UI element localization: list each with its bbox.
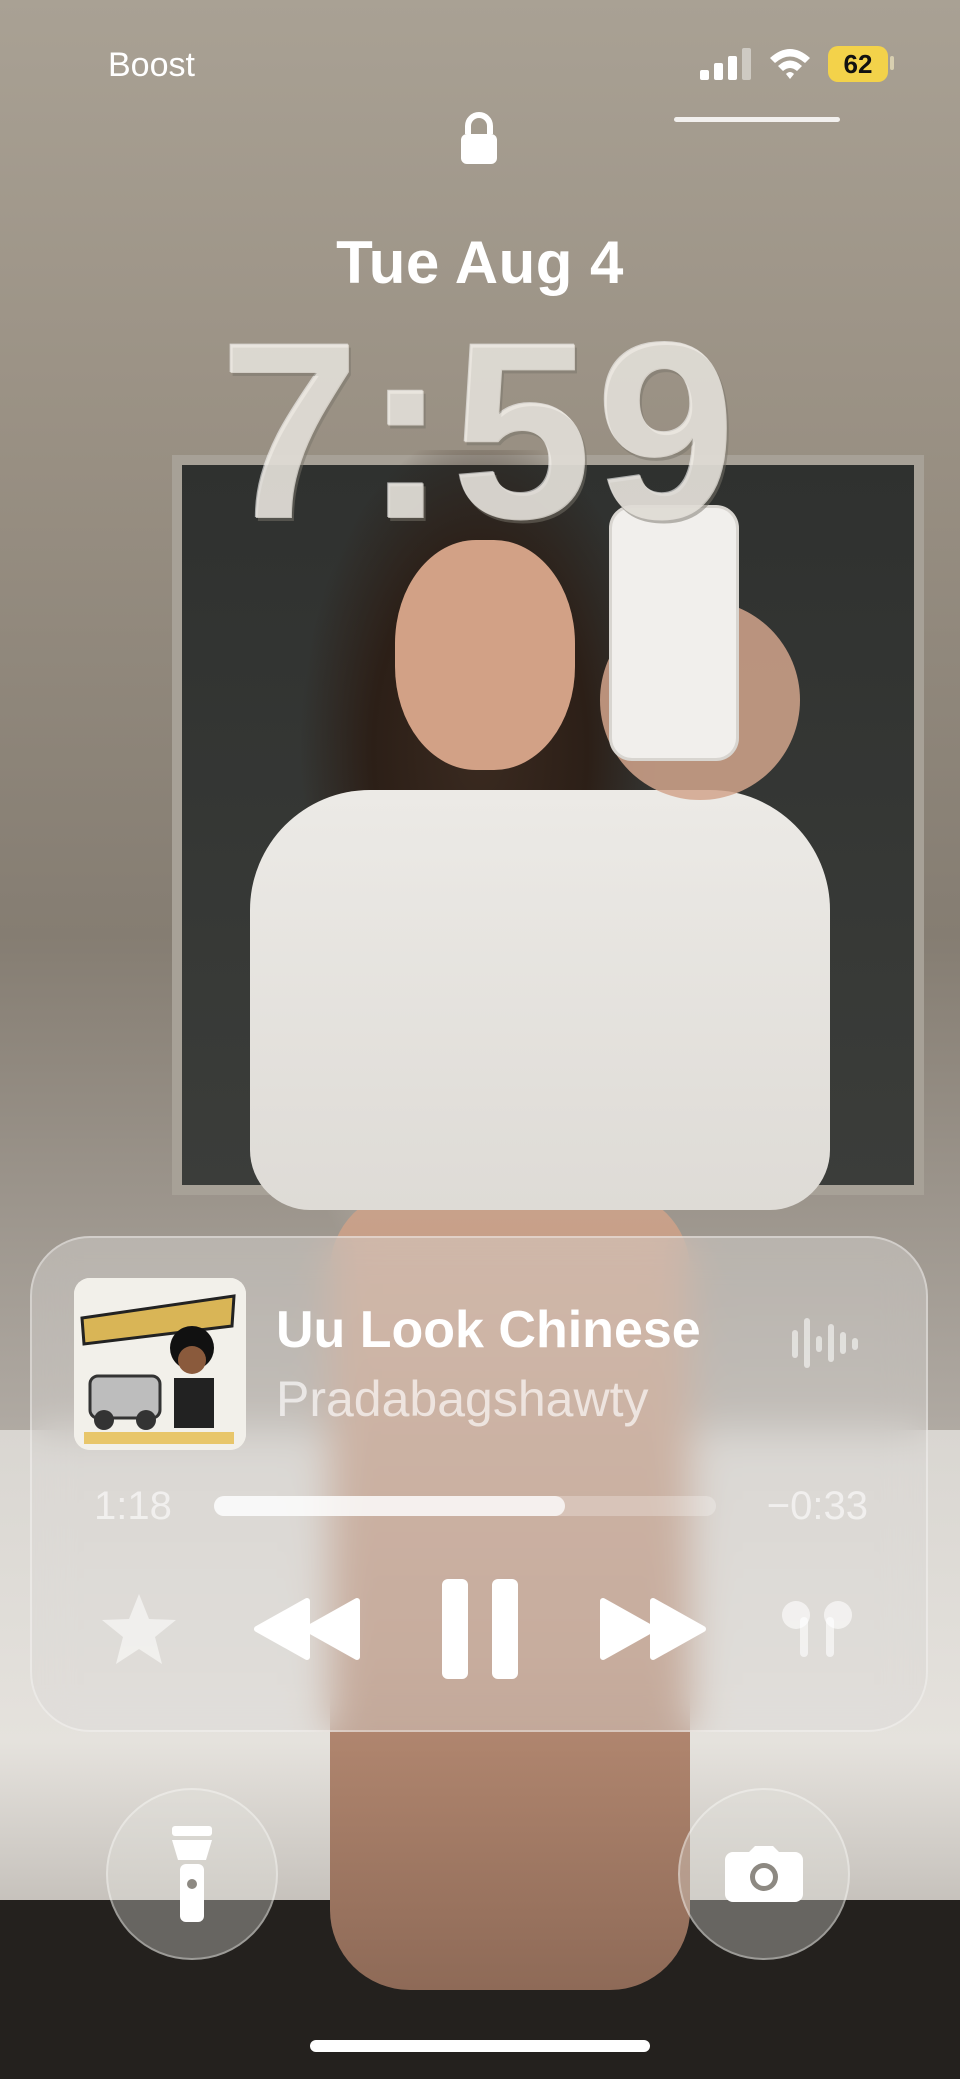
- cellular-signal-icon: [700, 48, 751, 80]
- wallpaper-figure-shirt: [250, 790, 830, 1210]
- home-indicator[interactable]: [310, 2040, 650, 2052]
- flashlight-icon: [172, 1826, 212, 1922]
- pause-icon: [442, 1579, 518, 1679]
- remaining-time: −0:33: [766, 1484, 868, 1528]
- battery-cap: [890, 56, 894, 70]
- airpods-icon: [782, 1601, 852, 1657]
- song-artist[interactable]: Pradabagshawty: [276, 1370, 648, 1428]
- wallpaper-figure-face: [395, 540, 575, 770]
- favorite-button[interactable]: [94, 1574, 184, 1684]
- star-icon: [102, 1594, 176, 1664]
- audio-waveform-icon[interactable]: [792, 1316, 858, 1370]
- elapsed-time: 1:18: [94, 1484, 172, 1528]
- camera-button[interactable]: [678, 1788, 850, 1960]
- flashlight-button[interactable]: [106, 1788, 278, 1960]
- rewind-button[interactable]: [248, 1574, 368, 1684]
- rewind-icon: [254, 1598, 360, 1660]
- song-title[interactable]: Uu Look Chinese: [276, 1300, 701, 1360]
- battery-indicator: 62: [828, 46, 888, 82]
- playback-scrubber[interactable]: [214, 1496, 716, 1516]
- now-playing-widget[interactable]: Uu Look Chinese Pradabagshawty 1:18 −0:3…: [30, 1236, 928, 1732]
- lock-screen-time: 7:59: [219, 291, 741, 572]
- lock-icon: [461, 112, 497, 164]
- audio-output-button[interactable]: [772, 1574, 862, 1684]
- battery-level: 62: [843, 49, 873, 79]
- status-bar: Boost 62: [0, 0, 960, 122]
- fast-forward-button[interactable]: [592, 1574, 712, 1684]
- wifi-icon: [770, 49, 810, 79]
- status-underline: [674, 117, 840, 122]
- camera-icon: [725, 1846, 803, 1902]
- carrier-label: Boost: [108, 46, 195, 84]
- album-art-image[interactable]: [74, 1278, 246, 1450]
- lock-screen-date: Tue Aug 4: [336, 229, 624, 296]
- pause-button[interactable]: [432, 1574, 528, 1684]
- playback-progress-fill: [214, 1496, 566, 1516]
- fast-forward-icon: [600, 1598, 706, 1660]
